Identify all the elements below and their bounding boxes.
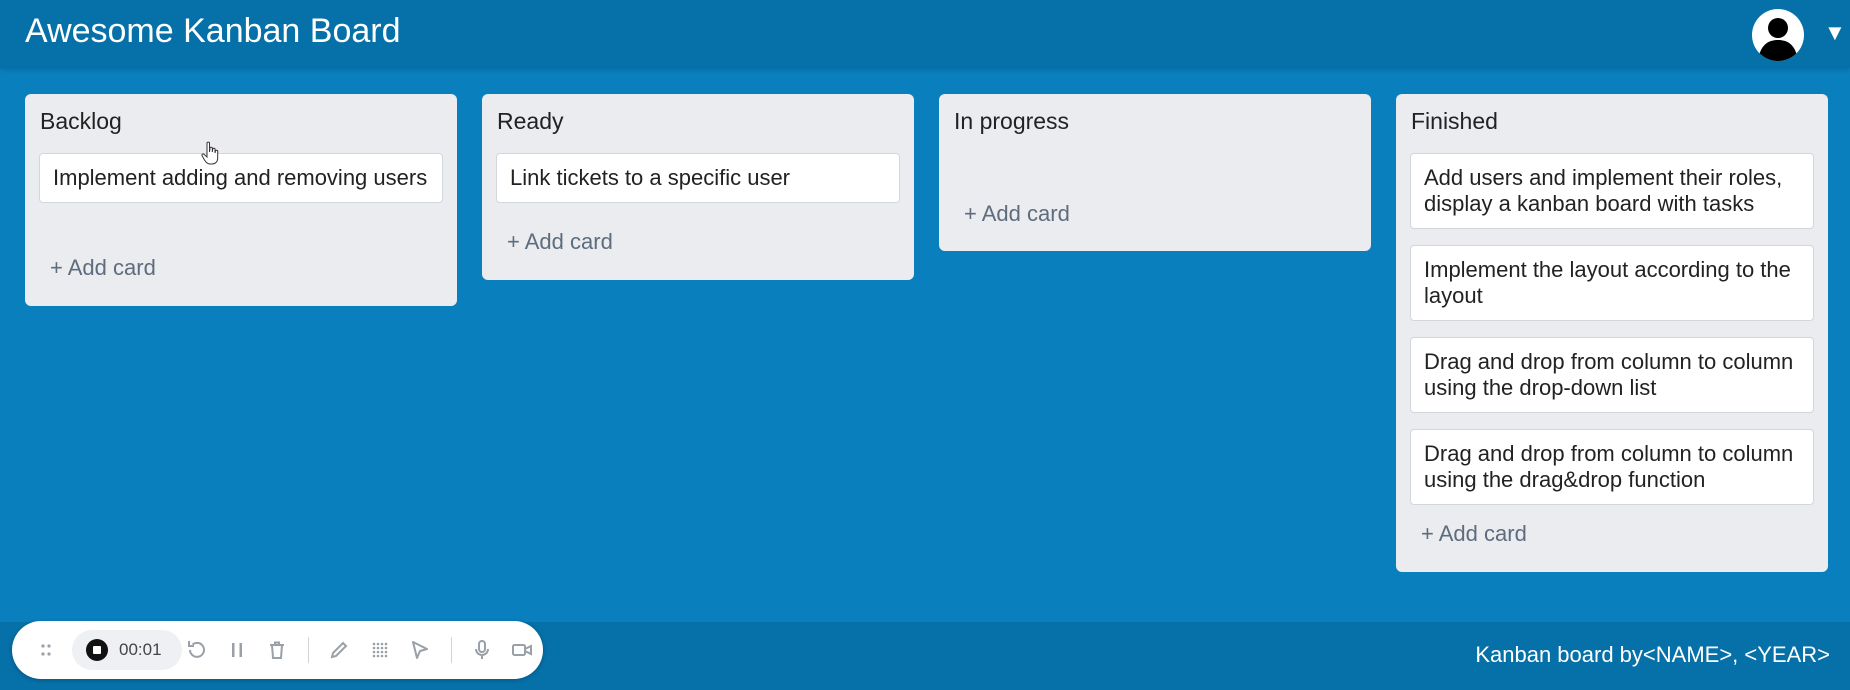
card[interactable]: Drag and drop from column to column usin… (1410, 429, 1814, 505)
app-header: Awesome Kanban Board ▼ (0, 0, 1850, 68)
column-title: In progress (954, 108, 1070, 134)
column-title: Backlog (40, 108, 122, 134)
column-in-progress: In progress + Add card (939, 94, 1371, 251)
column-title: Ready (497, 108, 564, 134)
add-card-button[interactable]: + Add card (50, 255, 156, 281)
app-title: Awesome Kanban Board (25, 12, 401, 50)
divider (451, 637, 452, 663)
pause-icon[interactable] (225, 638, 249, 662)
avatar[interactable] (1752, 9, 1804, 61)
trash-icon[interactable] (265, 638, 289, 662)
card[interactable]: Drag and drop from column to column usin… (1410, 337, 1814, 413)
recorder-toolbar: 00:01 (12, 621, 543, 679)
user-menu[interactable]: ▼ (1752, 9, 1846, 61)
microphone-icon[interactable] (470, 638, 494, 662)
add-card-button[interactable]: + Add card (964, 201, 1070, 227)
card[interactable]: Implement adding and removing users (39, 153, 443, 203)
card[interactable]: Implement the layout according to the la… (1410, 245, 1814, 321)
user-icon (1758, 18, 1798, 61)
camera-icon[interactable] (510, 638, 534, 662)
column-title: Finished (1411, 108, 1498, 134)
card[interactable]: Link tickets to a specific user (496, 153, 900, 203)
pen-icon[interactable] (327, 638, 351, 662)
recording-timer: 00:01 (72, 630, 182, 670)
restart-icon[interactable] (184, 638, 208, 662)
column-finished: Finished Add users and implement their r… (1396, 94, 1828, 572)
pointer-icon[interactable] (408, 638, 432, 662)
drag-handle-icon[interactable] (34, 638, 58, 662)
add-card-button[interactable]: + Add card (1421, 521, 1527, 547)
column-ready: Ready Link tickets to a specific user + … (482, 94, 914, 280)
divider (308, 637, 309, 663)
recording-time: 00:01 (119, 640, 162, 659)
column-backlog: Backlog Implement adding and removing us… (25, 94, 457, 306)
footer-credit: Kanban board by<NAME>, <YEAR> (1475, 642, 1830, 667)
add-card-button[interactable]: + Add card (507, 229, 613, 255)
chevron-down-icon[interactable]: ▼ (1824, 21, 1846, 45)
card[interactable]: Add users and implement their roles, dis… (1410, 153, 1814, 229)
stop-icon[interactable] (85, 638, 109, 662)
grid-icon[interactable] (368, 638, 392, 662)
